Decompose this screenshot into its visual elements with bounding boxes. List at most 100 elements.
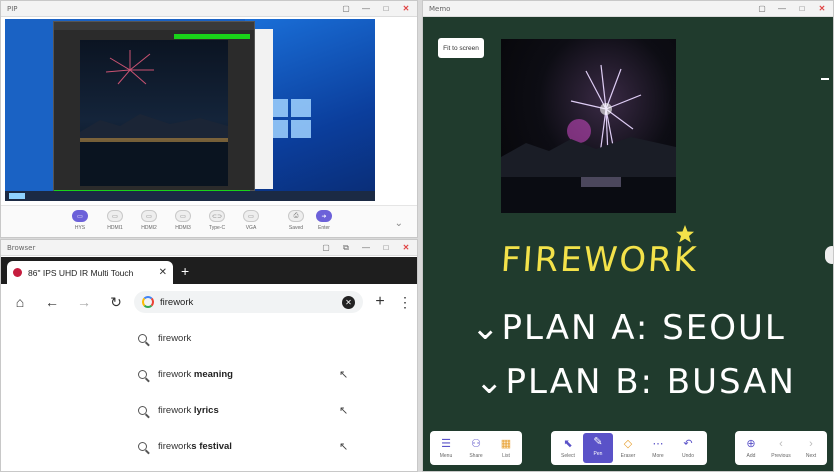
pip-snap-button[interactable]: ▢: [341, 4, 351, 14]
browser-titlebar[interactable]: Browser ▢ ⧉ — □ ✕: [1, 240, 417, 256]
eraser-tool-button[interactable]: ◇ Eraser: [613, 437, 643, 459]
fill-query-arrow-icon[interactable]: ↖: [339, 404, 348, 417]
memo-snap-button[interactable]: ▢: [757, 4, 767, 14]
source-hdmi2-button[interactable]: ▭ HDMI2: [134, 210, 164, 231]
source-hdmi1-button[interactable]: ▭ HDMI1: [100, 210, 130, 231]
suggestion-item[interactable]: firework lyrics ↖: [1, 392, 417, 428]
handwritten-plan-b: ⌄PLAN B: BUSAN: [475, 362, 796, 402]
browser-close-button[interactable]: ✕: [401, 243, 411, 253]
memo-maximize-button[interactable]: □: [797, 4, 807, 14]
source-label: VGA: [245, 225, 257, 231]
saved-button[interactable]: ⎙ Saved: [281, 210, 311, 231]
browser-restore-button[interactable]: ⧉: [341, 243, 351, 253]
memo-toolbar-center: ⬉ Select ✎ Pen ◇ Eraser ⋯ More ↶ Undo: [551, 431, 707, 465]
share-label: Share: [469, 453, 483, 459]
source-vga-button[interactable]: ▭ VGA: [236, 210, 266, 231]
add-icon[interactable]: +: [371, 293, 389, 311]
list-button[interactable]: ▦ List: [491, 437, 521, 459]
fill-query-arrow-icon[interactable]: ↖: [339, 368, 348, 381]
capture-indicator: [174, 34, 250, 39]
source-hys-button[interactable]: ▭ HYS: [65, 210, 95, 231]
pen-label: Pen: [593, 451, 603, 457]
menu-button[interactable]: ☰ Menu: [431, 437, 461, 459]
memo-close-button[interactable]: ✕: [817, 4, 827, 14]
more-icon: ⋯: [652, 438, 664, 450]
select-tool-button[interactable]: ⬉ Select: [553, 437, 583, 459]
handwritten-plan-a: ⌄PLAN A: SEOUL: [471, 308, 786, 348]
source-label: Saved: [288, 225, 304, 231]
share-button[interactable]: ⚇ Share: [461, 437, 491, 459]
source-typec-button[interactable]: ⊂⊃ Type-C: [202, 210, 232, 231]
list-icon: ▦: [500, 438, 512, 450]
enter-arrow-icon: ➜: [316, 210, 332, 222]
pen-icon: ✎: [593, 436, 603, 448]
source-label: Type-C: [208, 225, 226, 231]
tab-strip: 86" IPS UHD IR Multi Touch ✕ +: [1, 257, 417, 284]
suggestion-text: firework meaning: [158, 369, 233, 380]
suggestion-item[interactable]: firework meaning ↖: [1, 356, 417, 392]
fit-to-screen-button[interactable]: Fit to screen: [438, 38, 484, 58]
home-icon[interactable]: ⌂: [11, 293, 29, 311]
suggestion-item[interactable]: firework: [1, 320, 417, 356]
enter-button[interactable]: ➜ Enter: [309, 210, 339, 231]
hdmi-icon: ▭: [107, 210, 123, 222]
suggestion-completion: s festival: [191, 440, 232, 452]
star-icon: [676, 225, 694, 243]
hdmi-icon: ▭: [141, 210, 157, 222]
new-tab-icon[interactable]: +: [181, 264, 189, 278]
suggestion-prefix: firework: [158, 332, 192, 344]
pip-close-button[interactable]: ✕: [401, 4, 411, 14]
clear-icon[interactable]: ✕: [342, 295, 355, 309]
side-drawer-handle[interactable]: [825, 246, 833, 264]
whiteboard-canvas[interactable]: Fit to screen FIREWORK ⌄PLAN A: SEOUL ⌄P…: [423, 18, 833, 471]
fill-query-arrow-icon[interactable]: ↖: [339, 440, 348, 453]
suggestion-text: fireworks festival: [158, 441, 232, 452]
more-tools-button[interactable]: ⋯ More: [643, 437, 673, 459]
address-bar-query[interactable]: firework: [160, 297, 336, 308]
pip-minimize-button[interactable]: —: [361, 4, 371, 14]
suggestion-prefix: firework: [158, 368, 194, 380]
memo-window: Memo ▢ — □ ✕ Fit to screen FIREWORK ⌄PLA…: [422, 0, 834, 472]
reload-icon[interactable]: ↻: [107, 293, 125, 311]
browser-snap-button[interactable]: ▢: [321, 243, 331, 253]
source-label: HDMI2: [141, 225, 157, 231]
undo-label: Undo: [682, 453, 694, 459]
pip-titlebar[interactable]: PIP ▢ — □ ✕: [1, 1, 417, 17]
chevron-left-icon: ‹: [779, 438, 783, 450]
hys-icon: ▭: [72, 210, 88, 222]
menu-icon: ☰: [441, 438, 451, 450]
pip-maximize-button[interactable]: □: [381, 4, 391, 14]
memo-minimize-button[interactable]: —: [777, 4, 787, 14]
search-icon: [138, 441, 147, 451]
back-icon[interactable]: ←: [43, 293, 61, 311]
browser-window: Browser ▢ ⧉ — □ ✕ 86" IPS UHD IR Multi T…: [0, 239, 418, 472]
pip-window: PIP ▢ — □ ✕ ▭ HYS ▭ HDMI1 ▭ HDMI2 ▭ HDMI…: [0, 0, 418, 238]
browser-tab[interactable]: 86" IPS UHD IR Multi Touch ✕: [7, 261, 173, 284]
vga-icon: ▭: [243, 210, 259, 222]
menu-label: Menu: [439, 453, 453, 459]
search-icon: [138, 333, 147, 343]
browser-maximize-button[interactable]: □: [381, 243, 391, 253]
add-page-button[interactable]: ⊕ Add: [736, 437, 766, 459]
next-page-button[interactable]: › Next: [796, 437, 826, 459]
next-label: Next: [805, 453, 817, 459]
browser-minimize-button[interactable]: —: [361, 243, 371, 253]
hdmi-icon: ▭: [175, 210, 191, 222]
previous-page-button[interactable]: ‹ Previous: [766, 437, 796, 459]
pip-title: PIP: [7, 4, 18, 13]
memo-titlebar[interactable]: Memo ▢ — □ ✕: [423, 1, 833, 17]
forward-icon[interactable]: →: [75, 293, 93, 311]
memo-toolbar-left: ☰ Menu ⚇ Share ▦ List: [430, 431, 522, 465]
chevron-down-icon[interactable]: ⌄: [395, 218, 403, 229]
pen-tool-button[interactable]: ✎ Pen: [583, 433, 613, 463]
suggestion-item[interactable]: fireworks festival ↖: [1, 428, 417, 464]
type-c-icon: ⊂⊃: [209, 210, 225, 222]
close-tab-icon[interactable]: ✕: [159, 267, 167, 278]
more-menu-icon[interactable]: ⋮: [396, 293, 414, 311]
handwritten-title: FIREWORK: [499, 240, 700, 280]
undo-button[interactable]: ↶ Undo: [673, 437, 703, 459]
select-cursor-icon: ⬉: [563, 438, 573, 450]
firework-image[interactable]: [501, 39, 676, 213]
address-bar[interactable]: firework ✕: [134, 291, 363, 313]
source-hdmi3-button[interactable]: ▭ HDMI3: [168, 210, 198, 231]
